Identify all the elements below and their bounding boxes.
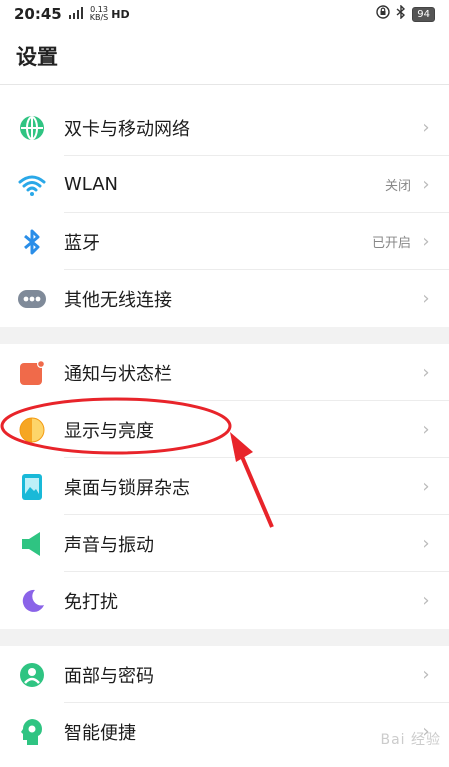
section-separator — [0, 327, 449, 344]
wallpaper-icon — [18, 473, 46, 501]
page-title: 设置 — [16, 45, 58, 69]
chevron-right-icon: › — [422, 174, 430, 195]
row-label: 其他无线连接 — [64, 289, 172, 311]
row-wlan[interactable]: WLAN 关闭 › — [0, 156, 449, 213]
row-do-not-disturb[interactable]: 免打扰 › — [0, 572, 449, 629]
moon-icon — [18, 587, 46, 615]
signal-icon — [68, 6, 84, 22]
row-display-brightness[interactable]: 显示与亮度 › — [0, 401, 449, 458]
face-icon — [18, 661, 46, 689]
bluetooth-icon — [18, 228, 46, 256]
status-bar: 20:45 0.13 KB/S HD 94 — [0, 0, 449, 28]
chevron-right-icon: › — [422, 664, 430, 685]
row-dual-sim[interactable]: 双卡与移动网络 › — [0, 99, 449, 156]
section-separator — [0, 629, 449, 646]
watermark: Bai 经验 — [380, 732, 441, 748]
lock-rotation-icon — [376, 5, 390, 23]
chevron-right-icon: › — [422, 362, 430, 383]
globe-icon — [18, 114, 46, 142]
group-connectivity: 双卡与移动网络 › WLAN 关闭 › 蓝牙 已开启 › 其他无线连接 › — [0, 99, 449, 327]
row-other-connections[interactable]: 其他无线连接 › — [0, 270, 449, 327]
group-display: 通知与状态栏 › 显示与亮度 › 桌面与锁屏杂志 › 声音与振动 › 免打扰 › — [0, 344, 449, 629]
divider — [0, 84, 449, 99]
row-label: 蓝牙 — [64, 232, 100, 254]
notification-icon — [18, 359, 46, 387]
status-time: 20:45 — [14, 5, 62, 23]
row-sound[interactable]: 声音与振动 › — [0, 515, 449, 572]
chevron-right-icon: › — [422, 476, 430, 497]
hd-badge: HD — [111, 7, 130, 21]
wifi-icon — [18, 171, 46, 199]
speaker-icon — [18, 530, 46, 558]
row-label: 通知与状态栏 — [64, 363, 172, 385]
row-label: 免打扰 — [64, 591, 118, 613]
row-label: WLAN — [64, 174, 119, 195]
row-label: 显示与亮度 — [64, 420, 154, 442]
row-bluetooth[interactable]: 蓝牙 已开启 › — [0, 213, 449, 270]
bluetooth-status-icon — [396, 4, 406, 23]
row-label: 面部与密码 — [64, 665, 154, 687]
row-face-password[interactable]: 面部与密码 › — [0, 646, 449, 703]
smart-icon — [18, 718, 46, 746]
chevron-right-icon: › — [422, 231, 430, 252]
row-label: 声音与振动 — [64, 534, 154, 556]
brightness-icon — [18, 416, 46, 444]
chevron-right-icon: › — [422, 288, 430, 309]
row-wallpaper[interactable]: 桌面与锁屏杂志 › — [0, 458, 449, 515]
row-value: 关闭 — [384, 179, 411, 194]
more-connections-icon — [18, 285, 46, 313]
row-notifications[interactable]: 通知与状态栏 › — [0, 344, 449, 401]
row-label: 双卡与移动网络 — [64, 118, 190, 140]
chevron-right-icon: › — [422, 533, 430, 554]
row-label: 智能便捷 — [64, 722, 136, 744]
row-value: 已开启 — [371, 236, 411, 251]
chevron-right-icon: › — [422, 419, 430, 440]
network-speed: 0.13 KB/S — [89, 5, 109, 22]
chevron-right-icon: › — [422, 590, 430, 611]
battery-indicator: 94 — [412, 6, 435, 22]
chevron-right-icon: › — [422, 117, 430, 138]
row-label: 桌面与锁屏杂志 — [64, 477, 190, 499]
